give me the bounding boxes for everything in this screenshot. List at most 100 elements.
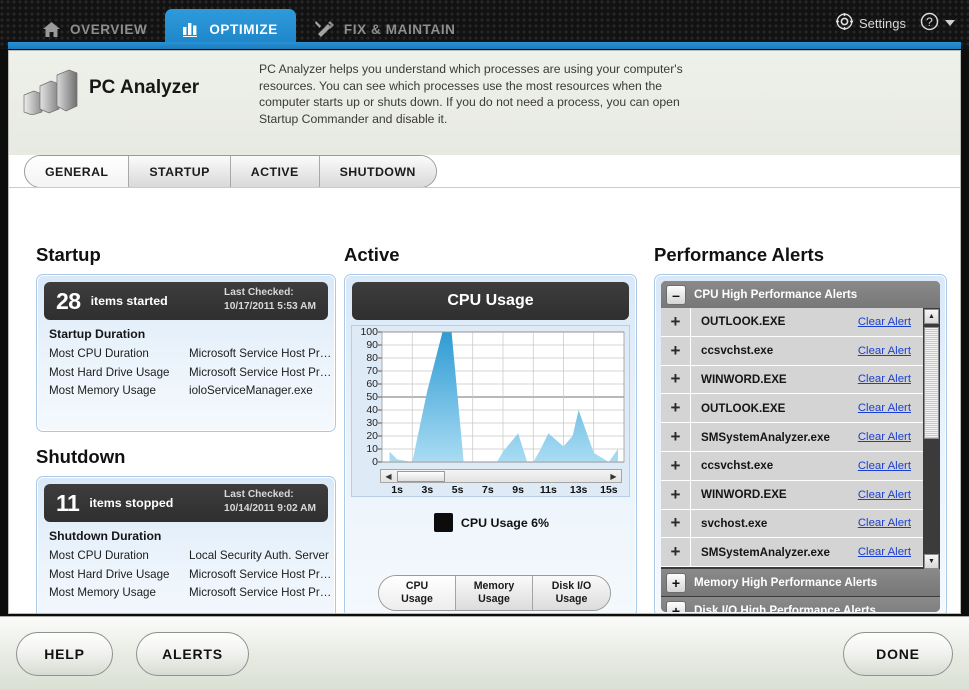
alert-group-header-cpu[interactable]: – CPU High Performance Alerts: [661, 281, 940, 308]
alert-process-name: ccsvchst.exe: [691, 344, 858, 357]
startup-count-label: items started: [91, 294, 168, 308]
clear-alert-link[interactable]: Clear Alert: [858, 546, 923, 558]
chart-x-tick: 9s: [512, 484, 524, 496]
alert-group-label-cpu: CPU High Performance Alerts: [694, 288, 857, 301]
main-content: Startup 28 items started Last Checked: 1…: [9, 188, 960, 613]
top-navigation-bar: OVERVIEW OPTIMIZE: [0, 0, 969, 49]
chart-scroll-thumb[interactable]: [397, 471, 445, 482]
clear-alert-link[interactable]: Clear Alert: [858, 345, 923, 357]
startup-summary-strip: 28 items started Last Checked: 10/17/201…: [44, 282, 328, 320]
minus-icon[interactable]: –: [666, 285, 686, 305]
application-window: OVERVIEW OPTIMIZE: [0, 0, 969, 690]
question-circle-icon: ?: [920, 12, 939, 34]
cpu-usage-chart[interactable]: 0102030405060708090100 1s3s5s7s9s11s13s1…: [351, 325, 630, 497]
alert-group-header-memory[interactable]: + Memory High Performance Alerts: [661, 569, 940, 596]
alert-row[interactable]: +ccsvchst.exeClear Alert: [661, 337, 923, 366]
startup-last-checked-label: Last Checked:: [224, 287, 294, 298]
clear-alert-link[interactable]: Clear Alert: [858, 489, 923, 501]
alert-row[interactable]: +SMSystemAnalyzer.exeClear Alert: [661, 423, 923, 452]
chart-y-tick: 0: [354, 456, 378, 468]
alert-row[interactable]: +OUTLOOK.EXEClear Alert: [661, 394, 923, 423]
chart-x-tick: 7s: [482, 484, 494, 496]
alerts-vertical-scrollbar[interactable]: ▲: [923, 308, 940, 569]
metric-button-cpu-usage[interactable]: CPU Usage: [379, 576, 456, 610]
startup-shutdown-column: Startup 28 items started Last Checked: 1…: [36, 244, 336, 614]
metric-button-disk-io-usage[interactable]: Disk I/O Usage: [533, 576, 610, 610]
plus-icon[interactable]: +: [661, 423, 691, 451]
shutdown-duration-title: Shutdown Duration: [49, 529, 335, 543]
triangle-right-icon[interactable]: ▶: [606, 470, 621, 482]
chart-y-tick: 20: [354, 430, 378, 442]
shutdown-last-checked-label: Last Checked:: [224, 489, 294, 500]
plus-icon[interactable]: +: [661, 394, 691, 422]
scroll-down-icon[interactable]: ▼: [924, 554, 939, 569]
settings-button[interactable]: Settings: [836, 13, 906, 33]
plus-icon[interactable]: +: [661, 510, 691, 538]
alert-group-header-disk-io[interactable]: + Disk I/O High Performance Alerts: [661, 597, 940, 612]
metric-disk-line2: Usage: [556, 593, 588, 606]
subtab-general[interactable]: GENERAL: [25, 156, 129, 187]
startup-duration-row: Most Memory Usage ioloServiceManager.exe: [37, 382, 335, 401]
shutdown-duration-row: Most Hard Drive Usage Microsoft Service …: [37, 566, 335, 585]
alert-row[interactable]: +SMSystemAnalyzer.exeClear Alert: [661, 538, 923, 567]
chart-y-tick: 100: [354, 326, 378, 338]
shutdown-metric-key: Most CPU Duration: [49, 547, 189, 566]
subtab-startup[interactable]: STARTUP: [129, 156, 230, 187]
chart-horizontal-scrollbar[interactable]: ◀ ▶: [380, 469, 622, 483]
chart-legend: CPU Usage 6%: [345, 513, 638, 532]
alert-row[interactable]: +WINWORD.EXEClear Alert: [661, 366, 923, 395]
plus-icon[interactable]: +: [661, 481, 691, 509]
clear-alert-link[interactable]: Clear Alert: [858, 373, 923, 385]
chart-y-tick: 50: [354, 391, 378, 403]
triangle-left-icon[interactable]: ◀: [381, 470, 396, 482]
alert-row[interactable]: +svchost.exeClear Alert: [661, 510, 923, 539]
alert-group-label-disk-io: Disk I/O High Performance Alerts: [694, 604, 876, 612]
clear-alert-link[interactable]: Clear Alert: [858, 460, 923, 472]
page-title: PC Analyzer: [89, 77, 199, 99]
startup-panel: 28 items started Last Checked: 10/17/201…: [36, 274, 336, 432]
startup-duration-title: Startup Duration: [49, 327, 335, 341]
shutdown-summary-strip: 11 items stopped Last Checked: 10/14/201…: [44, 484, 328, 522]
metric-button-memory-usage[interactable]: Memory Usage: [456, 576, 533, 610]
help-menu-button[interactable]: ?: [920, 12, 955, 34]
startup-last-checked: Last Checked: 10/17/2011 5:53 AM: [224, 286, 316, 313]
tab-optimize-label: OPTIMIZE: [209, 22, 278, 37]
shutdown-panel: 11 items stopped Last Checked: 10/14/201…: [36, 476, 336, 614]
plus-icon[interactable]: +: [661, 366, 691, 394]
shutdown-duration-row: Most CPU Duration Local Security Auth. S…: [37, 547, 335, 566]
alerts-column: Performance Alerts – CPU High Performanc…: [654, 244, 947, 614]
alert-process-name: OUTLOOK.EXE: [691, 315, 858, 328]
scroll-up-icon[interactable]: ▲: [924, 309, 939, 324]
help-button[interactable]: HELP: [16, 632, 113, 676]
alerts-button[interactable]: ALERTS: [136, 632, 249, 676]
alert-rows: +OUTLOOK.EXEClear Alert+ccsvchst.exeClea…: [661, 308, 940, 567]
shutdown-heading: Shutdown: [36, 446, 336, 468]
metric-cpu-line2: Usage: [401, 593, 433, 606]
clear-alert-link[interactable]: Clear Alert: [858, 431, 923, 443]
clear-alert-link[interactable]: Clear Alert: [858, 402, 923, 414]
plus-icon[interactable]: +: [661, 452, 691, 480]
subtab-shutdown[interactable]: SHUTDOWN: [320, 156, 436, 187]
chart-y-tick: 10: [354, 443, 378, 455]
plus-icon[interactable]: +: [661, 538, 691, 566]
alert-process-name: WINWORD.EXE: [691, 488, 858, 501]
settings-label: Settings: [859, 16, 906, 31]
metric-memory-line1: Memory: [474, 580, 515, 593]
alert-row[interactable]: +OUTLOOK.EXEClear Alert: [661, 308, 923, 337]
clear-alert-link[interactable]: Clear Alert: [858, 316, 923, 328]
gear-icon: [836, 13, 853, 33]
plus-icon[interactable]: +: [666, 573, 686, 593]
alert-row[interactable]: +ccsvchst.exeClear Alert: [661, 452, 923, 481]
plus-icon[interactable]: +: [661, 308, 691, 336]
clear-alert-link[interactable]: Clear Alert: [858, 517, 923, 529]
plus-icon[interactable]: +: [661, 337, 691, 365]
plus-icon[interactable]: +: [666, 601, 686, 613]
nav-right-group: Settings ?: [836, 12, 955, 34]
alert-row[interactable]: +WINWORD.EXEClear Alert: [661, 481, 923, 510]
startup-duration-row: Most Hard Drive Usage Microsoft Service …: [37, 364, 335, 383]
shutdown-duration-row: Most Memory Usage Microsoft Service Host…: [37, 584, 335, 603]
footer-bar: HELP ALERTS DONE: [0, 616, 969, 690]
subtab-active[interactable]: ACTIVE: [231, 156, 320, 187]
alerts-scroll-thumb[interactable]: [924, 327, 939, 439]
done-button[interactable]: DONE: [843, 632, 953, 676]
